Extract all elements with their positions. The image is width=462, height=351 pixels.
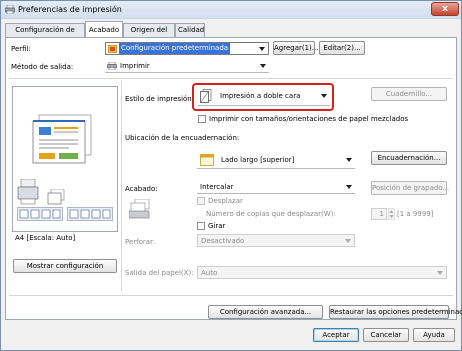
finishing-options-icon[interactable] — [67, 207, 113, 221]
divider — [9, 78, 453, 79]
restore-defaults-button[interactable]: Restaurar las opciones predeterminadas — [329, 305, 462, 319]
binding-label: Ubicación de la encuadernación: — [125, 134, 240, 142]
punch-label: Perforar: — [125, 238, 156, 246]
chevron-down-icon — [437, 271, 443, 275]
shift-copies-range: [1 a 9999] — [397, 210, 434, 218]
spinner-arrows-icon[interactable] — [388, 208, 395, 220]
binding-select[interactable]: Lado largo [superior] — [197, 152, 355, 169]
tab-paper-source[interactable]: Origen del papel — [123, 23, 175, 46]
show-settings-button[interactable]: Mostrar configuración — [13, 259, 117, 273]
profile-icon — [108, 45, 117, 53]
printer-device-icon — [17, 179, 39, 205]
mixed-sizes-label: Imprimir con tamaños/orientaciones de pa… — [209, 115, 409, 123]
printer-icon — [5, 5, 15, 14]
tab-page-setup[interactable]: Configuración de página — [5, 23, 85, 46]
output-method-value: Imprimir — [120, 62, 150, 70]
booklet-button[interactable]: Cuadernillo... — [371, 87, 447, 101]
binding-button[interactable]: Encuadernación... — [371, 151, 447, 165]
offset-stack-icon — [129, 199, 150, 219]
shift-checkbox[interactable] — [197, 197, 205, 205]
paper-stack-icon — [47, 189, 65, 205]
advanced-settings-button[interactable]: Configuración avanzada... — [208, 305, 323, 319]
ok-button[interactable]: Aceptar — [313, 328, 359, 342]
layout-options-icon[interactable] — [17, 207, 63, 221]
profile-value: Configuración predeterminada — [119, 43, 231, 54]
preview-scale-text: A4 [Escala: Auto] — [15, 234, 76, 242]
profile-select[interactable]: Configuración predeterminada — [105, 42, 269, 55]
shift-label: Desplazar — [208, 197, 243, 205]
rotate-checkbox[interactable] — [197, 222, 205, 230]
output-method-label: Método de salida: — [11, 63, 74, 71]
shift-copies-input[interactable]: 1 — [371, 208, 387, 220]
tab-quality[interactable]: Calidad — [175, 23, 205, 37]
print-style-highlight — [192, 83, 334, 111]
punch-value: Desactivado — [201, 237, 245, 245]
paper-output-value: Auto — [201, 269, 218, 277]
print-style-label: Estilo de impresión: — [125, 95, 195, 103]
chevron-down-icon — [346, 185, 352, 189]
window-title: Preferencias de impresión — [18, 5, 122, 14]
binding-value: Lado largo [superior] — [221, 156, 295, 164]
finishing-select[interactable]: Intercalar — [197, 181, 355, 194]
tab-bar: Configuración de página Acabado Origen d… — [5, 21, 225, 46]
vertical-divider — [121, 81, 122, 291]
divider — [9, 295, 453, 296]
profile-label: Perfil: — [11, 45, 31, 53]
rotate-label: Girar — [208, 222, 226, 230]
chevron-down-icon — [346, 158, 352, 162]
printer-icon — [107, 62, 117, 70]
shift-copies-label: Número de copias que desplazar(W): — [206, 210, 336, 218]
finishing-value: Intercalar — [200, 183, 234, 191]
chevron-down-icon — [260, 64, 266, 68]
help-button[interactable]: Ayuda — [413, 328, 455, 342]
edit-profile-button[interactable]: Editar(2)... — [319, 41, 365, 55]
add-profile-button[interactable]: Agregar(1)... — [273, 41, 318, 55]
chevron-down-icon — [259, 47, 265, 51]
staple-position-button[interactable]: Posición de grapado... — [371, 181, 449, 195]
duplex-preview-illustration — [32, 114, 92, 164]
tab-finishing[interactable]: Acabado — [85, 21, 123, 37]
title-bar[interactable]: Preferencias de impresión x — [1, 1, 461, 19]
binding-edge-icon — [200, 154, 214, 166]
print-preferences-window: Preferencias de impresión x Configuració… — [0, 0, 462, 351]
page-preview — [12, 86, 118, 232]
paper-output-label: Salida del papel(X): — [125, 269, 194, 277]
punch-select[interactable]: Desactivado — [197, 234, 355, 247]
mixed-sizes-checkbox[interactable] — [198, 115, 206, 123]
finishing-label: Acabado: — [125, 185, 158, 193]
chevron-down-icon — [345, 239, 351, 243]
close-button[interactable]: x — [431, 2, 459, 16]
paper-output-select[interactable]: Auto — [197, 266, 447, 279]
output-method-select[interactable]: Imprimir — [105, 60, 269, 73]
cancel-button[interactable]: Cancelar — [363, 328, 409, 342]
